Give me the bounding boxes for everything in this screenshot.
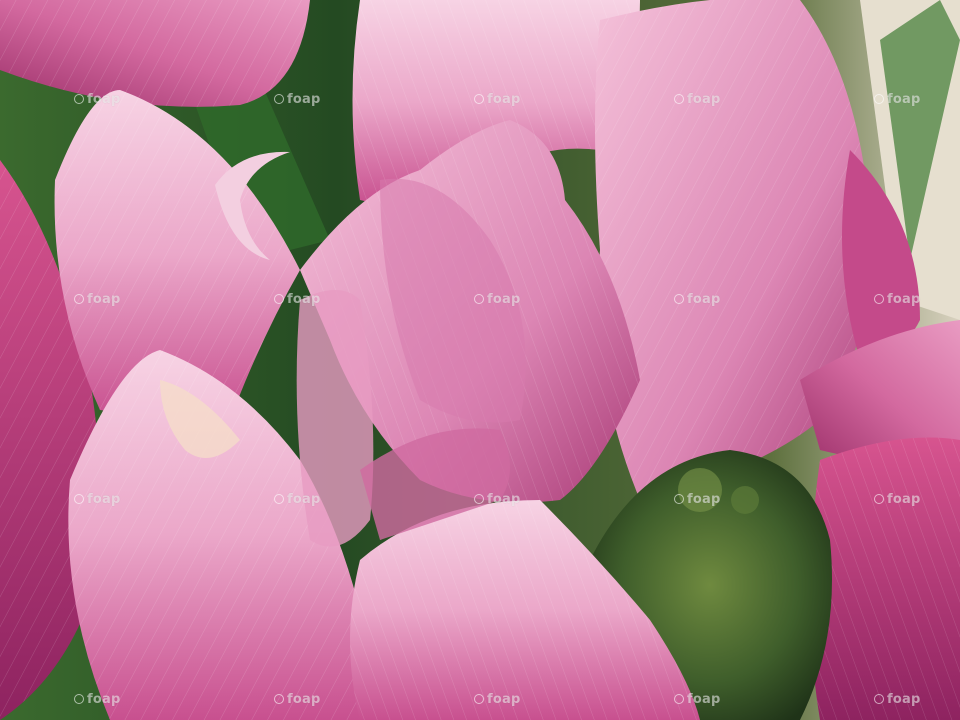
watermark: foap [474,692,520,707]
foap-logo-icon [474,94,484,104]
watermark-text: foap [487,292,521,307]
watermark-text: foap [887,292,921,307]
flower-illustration [0,0,960,720]
watermark-text: foap [487,692,521,707]
watermark: foap [74,92,120,107]
foap-logo-icon [474,294,484,304]
watermark: foap [874,292,920,307]
watermark-text: foap [687,92,721,107]
watermark: foap [74,292,120,307]
watermark: foap [274,92,320,107]
foap-logo-icon [274,494,284,504]
foap-logo-icon [74,94,84,104]
watermark-text: foap [87,692,121,707]
foap-logo-icon [674,94,684,104]
watermark: foap [474,492,520,507]
watermark: foap [674,292,720,307]
watermark: foap [274,292,320,307]
foap-logo-icon [74,694,84,704]
watermark-text: foap [87,492,121,507]
watermark-text: foap [687,492,721,507]
watermark: foap [874,92,920,107]
watermark-text: foap [687,292,721,307]
watermark: foap [74,692,120,707]
foap-logo-icon [474,694,484,704]
watermark-text: foap [87,292,121,307]
watermark: foap [474,92,520,107]
watermark-text: foap [287,692,321,707]
foap-logo-icon [674,694,684,704]
watermark: foap [874,692,920,707]
foap-logo-icon [274,94,284,104]
watermark-text: foap [887,92,921,107]
watermark-text: foap [287,92,321,107]
photo-scene [0,0,960,720]
watermark-text: foap [887,692,921,707]
foap-logo-icon [74,494,84,504]
foap-logo-icon [874,694,884,704]
watermark-text: foap [887,492,921,507]
foap-logo-icon [674,294,684,304]
watermark-text: foap [687,692,721,707]
foap-logo-icon [274,294,284,304]
watermark-text: foap [87,92,121,107]
watermark: foap [274,692,320,707]
watermark: foap [674,92,720,107]
foap-logo-icon [74,294,84,304]
foap-logo-icon [474,494,484,504]
watermark: foap [74,492,120,507]
watermark-text: foap [487,92,521,107]
foap-logo-icon [874,94,884,104]
watermark-text: foap [287,292,321,307]
watermark: foap [874,492,920,507]
foap-logo-icon [874,294,884,304]
watermark-text: foap [487,492,521,507]
foap-logo-icon [674,494,684,504]
watermark-text: foap [287,492,321,507]
foap-logo-icon [874,494,884,504]
watermark: foap [474,292,520,307]
watermark: foap [674,692,720,707]
watermark: foap [274,492,320,507]
watermark: foap [674,492,720,507]
foap-logo-icon [274,694,284,704]
